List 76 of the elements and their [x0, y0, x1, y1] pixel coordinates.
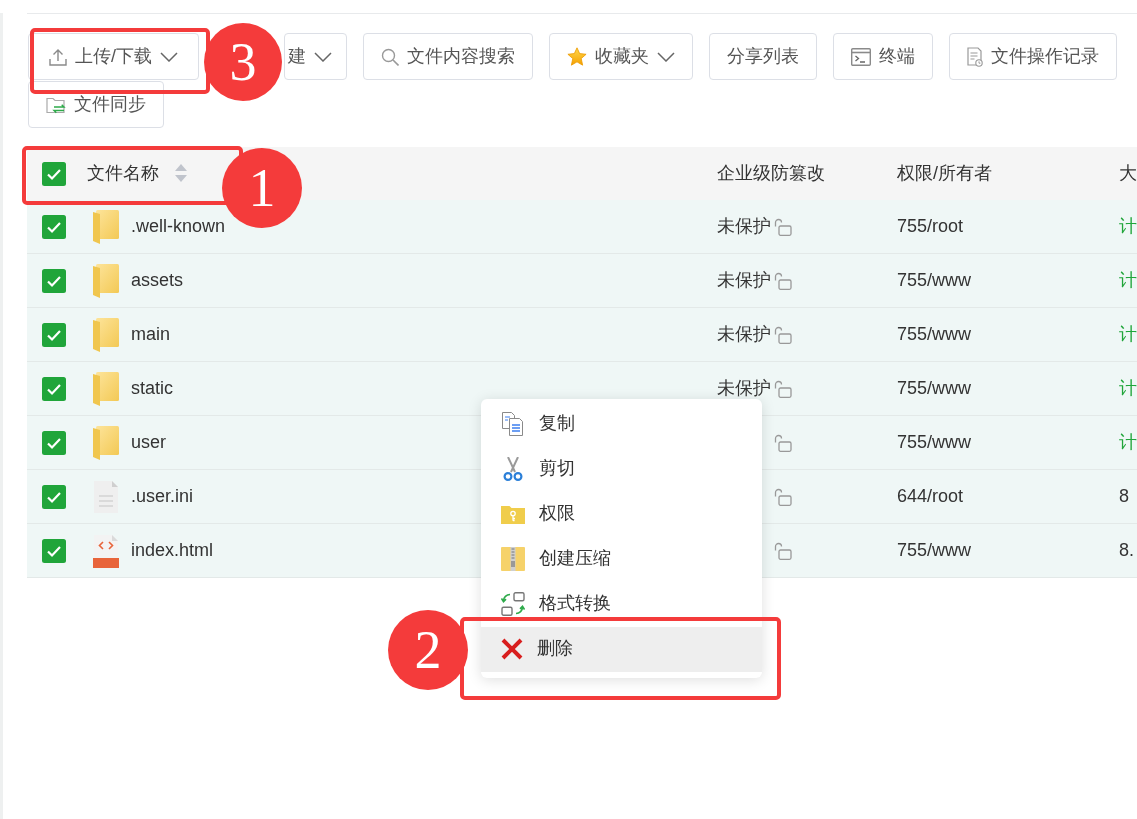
column-header: 权限/所有者 — [897, 163, 992, 184]
menu-item[interactable]: 权限 — [481, 491, 762, 537]
toolbar-button[interactable]: 文件内容搜索 — [363, 33, 533, 80]
menu-item[interactable]: 剪切 — [481, 446, 762, 492]
caret-icon — [657, 51, 675, 62]
unlock-icon — [774, 271, 792, 290]
unlock-icon — [774, 325, 792, 344]
html-file-icon — [93, 533, 119, 568]
file-name[interactable]: static — [131, 378, 173, 399]
terminal-icon — [851, 47, 871, 66]
folder-icon — [93, 425, 119, 460]
file-name[interactable]: assets — [131, 270, 184, 291]
upload-icon — [49, 47, 67, 66]
unlock-icon — [774, 433, 792, 452]
protection-status: 未保护 — [717, 270, 772, 291]
file-icon — [93, 479, 119, 514]
scissors-icon — [501, 457, 525, 481]
folder-icon — [93, 263, 119, 298]
menu-item[interactable]: 删除 — [481, 626, 762, 672]
checkbox[interactable] — [42, 268, 66, 293]
file-size: 8 — [1119, 486, 1129, 507]
swap-arrows-icon — [501, 592, 525, 616]
toolbar-button[interactable]: 收藏夹 — [549, 33, 693, 80]
permission-owner: 755/www — [897, 378, 972, 399]
checkbox[interactable] — [42, 161, 66, 186]
folder-arrows-icon — [46, 95, 66, 114]
checkbox[interactable] — [42, 538, 66, 563]
zip-icon — [501, 547, 525, 571]
menu-item[interactable]: 复制 — [481, 401, 762, 447]
folder-icon — [93, 209, 119, 244]
permission-owner: 755/www — [897, 432, 972, 453]
menu-item[interactable]: 格式转换 — [481, 581, 762, 627]
column-header: 企业级防篡改 — [717, 163, 825, 184]
permission-owner: 755/www — [897, 270, 972, 291]
cross-icon — [501, 638, 523, 660]
sort-icon — [175, 164, 187, 183]
protection-status: 未保护 — [717, 378, 772, 399]
unlock-icon — [774, 217, 792, 236]
checkbox[interactable] — [42, 430, 66, 455]
unlock-icon — [774, 541, 792, 560]
column-header[interactable]: 文件名称 — [87, 163, 187, 184]
file-name[interactable]: user — [131, 432, 166, 453]
file-name[interactable]: main — [131, 324, 170, 345]
toolbar-button[interactable]: 上传/下载 — [28, 33, 199, 80]
step-number: 3 — [204, 23, 282, 101]
step-number: 2 — [388, 610, 468, 690]
toolbar-button[interactable]: 建 — [284, 33, 347, 80]
permission-owner: 755/www — [897, 324, 972, 345]
permission-owner: 755/www — [897, 540, 972, 561]
caret-icon — [160, 51, 178, 62]
column-header: 大 — [1119, 163, 1137, 184]
search-icon — [381, 47, 399, 66]
toolbar-button[interactable]: 文件操作记录 — [949, 33, 1117, 80]
caret-icon — [314, 51, 332, 62]
file-name[interactable]: index.html — [131, 540, 214, 561]
copy-icon — [501, 412, 525, 436]
permission-owner: 755/root — [897, 216, 964, 237]
unlock-icon — [774, 487, 792, 506]
checkbox[interactable] — [42, 484, 66, 509]
folder-icon — [93, 371, 119, 406]
unlock-icon — [774, 379, 792, 398]
menu-item[interactable]: 创建压缩 — [481, 536, 762, 582]
file-size: 8. — [1119, 540, 1134, 561]
toolbar-button[interactable]: 分享列表 — [709, 33, 817, 80]
checkbox[interactable] — [42, 214, 66, 239]
protection-status: 未保护 — [717, 216, 772, 237]
folder-icon — [93, 317, 119, 352]
permission-owner: 644/root — [897, 486, 964, 507]
protection-status: 未保护 — [717, 324, 772, 345]
checkbox[interactable] — [42, 376, 66, 401]
checkbox[interactable] — [42, 322, 66, 347]
toolbar-button[interactable]: 终端 — [833, 33, 933, 80]
document-clock-icon — [967, 46, 983, 67]
toolbar-button[interactable]: 文件同步 — [28, 81, 164, 128]
file-name[interactable]: .user.ini — [131, 486, 194, 507]
star-icon — [567, 47, 587, 66]
